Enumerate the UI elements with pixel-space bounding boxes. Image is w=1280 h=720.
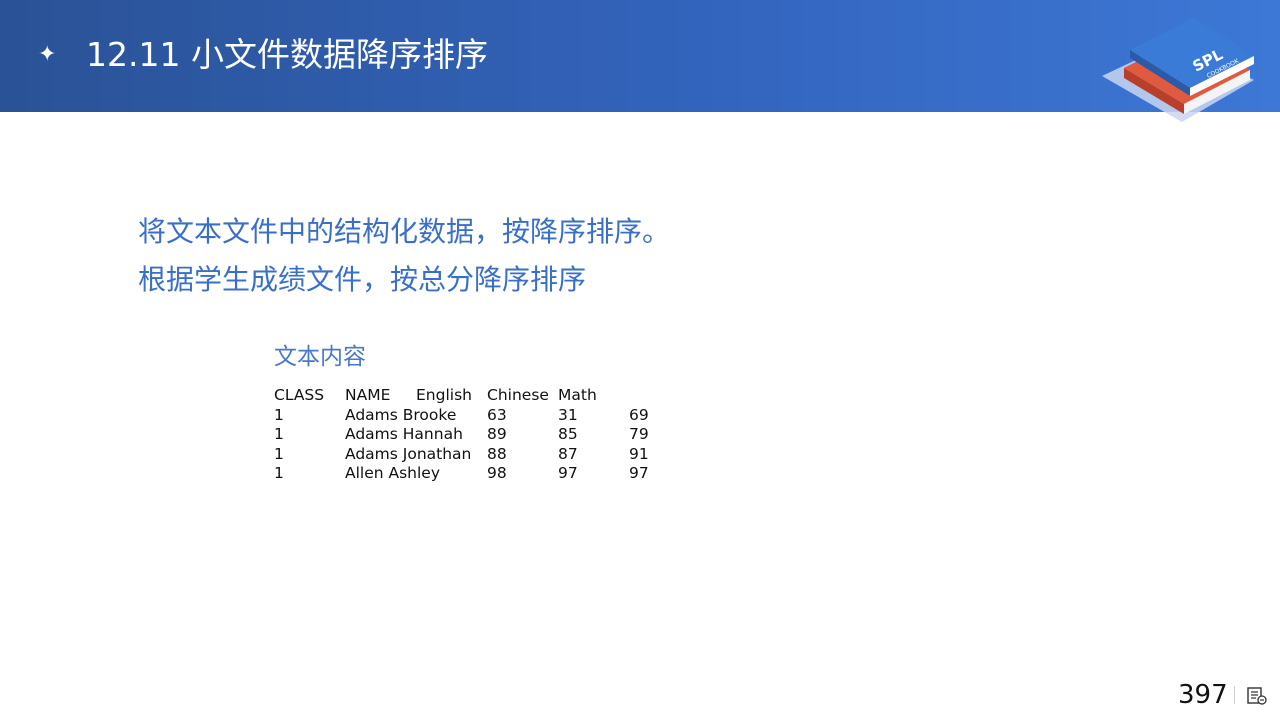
table-header-row: CLASS NAME English Chinese Math [274, 386, 659, 406]
column-header: Math [558, 386, 597, 404]
table-row: 1 Adams Brooke 63 31 69 [274, 406, 659, 426]
column-header: English [416, 386, 472, 404]
table-row: 1 Allen Ashley 98 97 97 [274, 464, 659, 484]
table-cell: 79 [629, 425, 649, 443]
table-cell: 63 [487, 405, 507, 424]
table-row: 1 Adams Hannah 89 85 79 [274, 425, 659, 445]
table-cell: 1 [274, 425, 284, 443]
table-cell: 89 [487, 425, 507, 443]
table-cell: 1 [274, 464, 284, 482]
table-cell: Adams Brooke [345, 405, 457, 424]
description-line: 根据学生成绩文件，按总分降序排序 [138, 263, 587, 296]
page-number: 397 [1178, 680, 1228, 710]
column-header: NAME [345, 386, 391, 404]
notes-icon[interactable] [1246, 686, 1268, 706]
table-cell: 69 [629, 405, 649, 424]
table-cell: 87 [558, 444, 578, 463]
table-cell: 88 [487, 444, 507, 463]
table-cell: 91 [629, 444, 649, 463]
footer-divider [1234, 686, 1235, 704]
slide-title: 12.11 小文件数据降序排序 [86, 35, 488, 74]
description-line: 将文本文件中的结构化数据，按降序排序。 [138, 215, 671, 248]
table-cell: 97 [629, 464, 649, 482]
score-table: CLASS NAME English Chinese Math 1 Adams … [274, 386, 659, 484]
table-cell: Adams Jonathan [345, 444, 472, 463]
table-cell: 31 [558, 405, 578, 424]
table-cell: 1 [274, 405, 284, 424]
table-cell: 1 [274, 444, 284, 463]
column-header [629, 386, 659, 406]
table-cell: Adams Hannah [345, 425, 463, 443]
table-cell: 97 [558, 464, 578, 482]
table-cell: 98 [487, 464, 507, 482]
header-bar: ✦ 12.11 小文件数据降序排序 [0, 0, 1280, 112]
table-cell: Allen Ashley [345, 464, 441, 482]
description: 将文本文件中的结构化数据，按降序排序。 根据学生成绩文件，按总分降序排序 [138, 208, 670, 304]
column-header: CLASS [274, 386, 325, 404]
section-subtitle: 文本内容 [274, 344, 366, 370]
table-row: 1 Adams Jonathan 88 87 91 [274, 445, 659, 465]
star-icon: ✦ [38, 42, 57, 67]
spl-cookbook-logo: SPL COOKBOOK [1102, 18, 1254, 122]
table-cell: 85 [558, 425, 578, 443]
column-header: Chinese [487, 386, 549, 404]
